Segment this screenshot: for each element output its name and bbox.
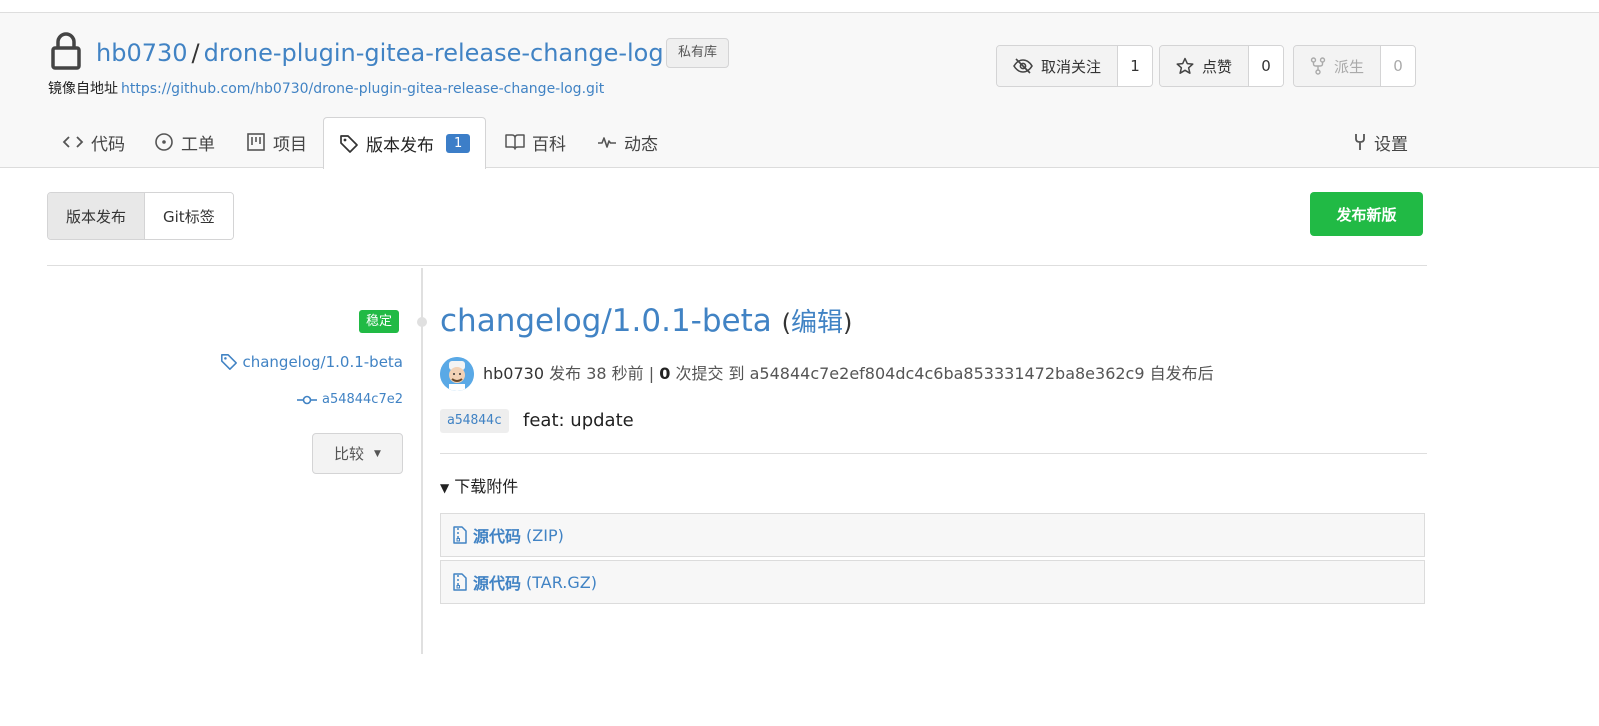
mirror-info: 镜像自地址 https://github.com/hb0730/drone-plu… — [48, 78, 604, 98]
release-commit-label: a54844c7e2 — [321, 392, 403, 407]
star-label: 点赞 — [1202, 57, 1233, 76]
release-title: changelog/1.0.1-beta (编辑) — [440, 300, 852, 344]
tab-activity-label: 动态 — [624, 134, 658, 155]
tab-activity[interactable]: 动态 — [597, 117, 658, 167]
pulse-icon — [598, 137, 616, 148]
asset-zip-name: 源代码 — [473, 527, 522, 546]
repo-name-link[interactable]: drone-plugin-gitea-release-change-log — [204, 39, 664, 67]
triangle-down-icon: ▼ — [440, 481, 450, 495]
release-meta: hb0730 发布 38 秒前 | 0 次提交 到 a54844c7e2ef80… — [483, 360, 1214, 384]
asset-zip-link[interactable]: 源代码 (ZIP) — [440, 513, 1425, 557]
asset-targz-link[interactable]: 源代码 (TAR.GZ) — [440, 560, 1425, 604]
stable-badge: 稳定 — [359, 310, 400, 333]
divider — [47, 265, 1427, 266]
tab-settings[interactable]: 设置 — [1352, 117, 1408, 167]
star-icon — [1176, 57, 1194, 74]
tag-icon — [340, 134, 358, 153]
tab-releases-label: 版本发布 — [366, 136, 434, 156]
commits-text: 次提交 到 a54844c7e2ef804dc4c6ba853331472ba8… — [675, 364, 1214, 383]
book-icon — [505, 134, 525, 150]
avatar-image — [440, 357, 474, 391]
compare-dropdown[interactable]: 比较 ▼ — [312, 433, 403, 474]
tab-code[interactable]: 代码 — [62, 117, 125, 167]
tab-wiki-label: 百科 — [532, 134, 566, 155]
tools-icon — [1355, 134, 1365, 150]
avatar[interactable] — [440, 357, 474, 391]
fork-button[interactable]: 派生 — [1294, 46, 1382, 86]
unwatch-label: 取消关注 — [1041, 57, 1102, 76]
mirror-url-link[interactable]: https://github.com/hb0730/drone-plugin-g… — [121, 81, 604, 97]
subnav-tags[interactable]: Git标签 — [145, 193, 233, 239]
tab-issues[interactable]: 工单 — [154, 117, 215, 167]
tab-issues-label: 工单 — [181, 134, 215, 155]
commit-sha-label[interactable]: a54844c — [440, 409, 509, 433]
edit-open-paren: ( — [781, 309, 791, 337]
downloads-label: 下载附件 — [454, 477, 519, 496]
lock-icon — [51, 32, 81, 70]
project-icon — [247, 133, 265, 151]
code-icon — [62, 136, 84, 148]
fork-action[interactable]: 派生 0 — [1293, 45, 1417, 87]
fork-icon — [1310, 57, 1326, 75]
private-badge: 私有库 — [666, 38, 730, 68]
asset-targz-type: (TAR.GZ) — [526, 572, 597, 592]
tab-projects-label: 项目 — [273, 134, 307, 155]
release-subnav: 版本发布 Git标签 — [47, 192, 234, 240]
eye-slash-icon — [1013, 58, 1033, 74]
commit-message: feat: update — [523, 410, 634, 431]
repo-title: hb0730/drone-plugin-gitea-release-change… — [96, 37, 664, 69]
repo-owner-link[interactable]: hb0730 — [96, 39, 188, 67]
release-tag-label: changelog/1.0.1-beta — [242, 353, 403, 371]
file-zip-icon — [453, 573, 467, 591]
star-count[interactable]: 0 — [1249, 46, 1284, 86]
issue-icon — [155, 133, 173, 151]
mirror-label: 镜像自地址 — [48, 81, 118, 97]
release-tag-link[interactable]: changelog/1.0.1-beta — [220, 353, 403, 371]
downloads-toggle[interactable]: ▼ 下载附件 — [440, 473, 518, 497]
commit-icon — [296, 395, 317, 404]
timeline-dot — [417, 317, 427, 327]
star-action[interactable]: 点赞 0 — [1159, 45, 1285, 87]
edit-close-paren: ) — [843, 309, 853, 337]
subnav-releases[interactable]: 版本发布 — [48, 193, 146, 239]
tab-code-label: 代码 — [91, 134, 125, 155]
divider — [440, 453, 1427, 454]
published-text: 发布 38 秒前 | — [549, 364, 655, 383]
commits-count: 0 — [659, 364, 671, 383]
tab-projects[interactable]: 项目 — [246, 117, 307, 167]
tag-icon — [221, 354, 238, 370]
asset-targz-name: 源代码 — [473, 574, 522, 593]
compare-label: 比较 — [334, 445, 365, 463]
star-button[interactable]: 点赞 — [1160, 46, 1250, 86]
author-link[interactable]: hb0730 — [483, 364, 544, 383]
watch-count[interactable]: 1 — [1118, 46, 1153, 86]
tab-releases[interactable]: 版本发布 1 — [323, 117, 487, 169]
unwatch-button[interactable]: 取消关注 — [997, 46, 1119, 86]
fork-count[interactable]: 0 — [1381, 46, 1416, 86]
fork-label: 派生 — [1334, 57, 1365, 76]
caret-down-icon: ▼ — [374, 448, 381, 459]
asset-zip-type: (ZIP) — [526, 525, 564, 545]
release-title-link[interactable]: changelog/1.0.1-beta — [440, 303, 772, 339]
release-commit-link[interactable]: a54844c7e2 — [296, 392, 403, 407]
tab-settings-label: 设置 — [1374, 134, 1408, 155]
repo-separator: / — [191, 39, 200, 67]
edit-release-link[interactable]: 编辑 — [791, 308, 843, 338]
tab-wiki[interactable]: 百科 — [505, 117, 566, 167]
watch-action[interactable]: 取消关注 1 — [996, 45, 1154, 87]
new-release-button[interactable]: 发布新版 — [1310, 192, 1423, 236]
releases-count-badge: 1 — [446, 134, 471, 153]
file-zip-icon — [453, 526, 467, 544]
